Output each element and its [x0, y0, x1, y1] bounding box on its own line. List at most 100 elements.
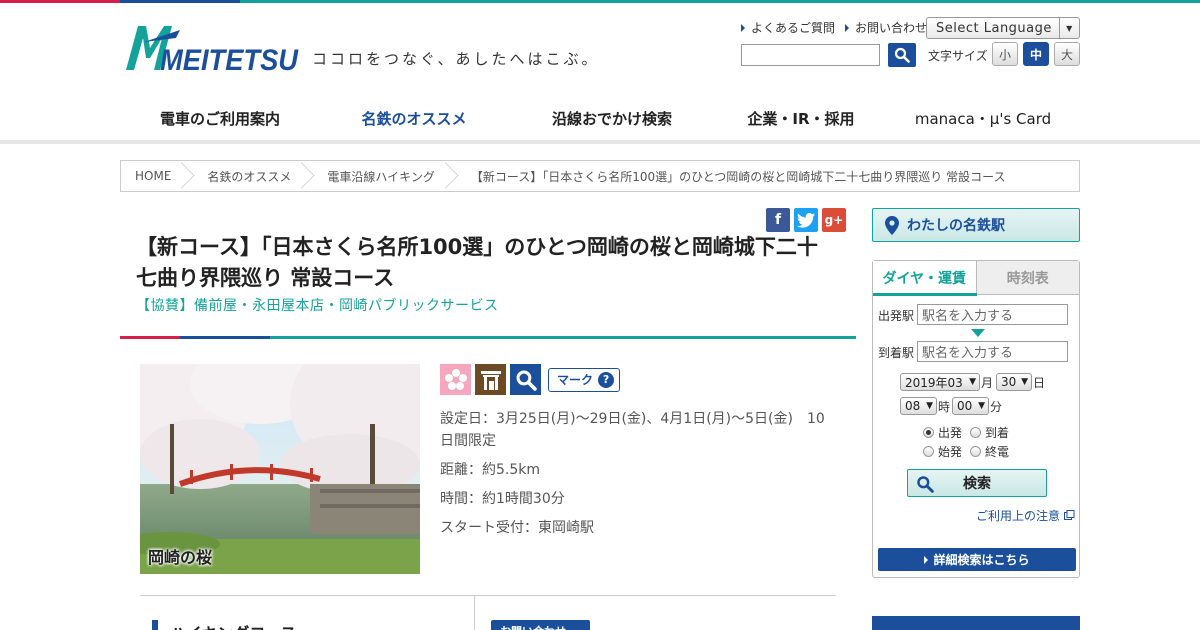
gnav-divider	[0, 140, 1200, 144]
usage-notice-link[interactable]: ご利用上の注意	[976, 507, 1075, 524]
radio-last-label: 終電	[985, 445, 1010, 459]
dropdown-arrow-icon: ▼	[969, 377, 976, 387]
minute-select[interactable]: 00 ▼	[952, 397, 989, 415]
heading-marker	[152, 620, 158, 630]
minute-unit: 分	[990, 400, 1003, 414]
course-mark-icons: マーク ?	[440, 364, 621, 395]
gnav-item-manaca[interactable]: manaca・μ's Card	[886, 92, 1080, 144]
twitter-icon[interactable]	[794, 208, 818, 232]
photo-caption: 岡崎の桜	[148, 548, 213, 567]
usage-notice-label: ご利用上の注意	[975, 509, 1060, 523]
course-photo: 岡崎の桜	[140, 364, 420, 574]
language-select-label: Select Language	[936, 20, 1052, 36]
breadcrumb-current: 【新コース】「日本さくら名所100選」のひとつ岡崎の桜と岡崎城下二十七曲り界隈巡…	[470, 169, 1006, 184]
breadcrumb: HOME 名鉄のオススメ 電車沿線ハイキング 【新コース】「日本さくら名所100…	[120, 160, 1080, 192]
my-station-button[interactable]: わたしの名鉄駅	[872, 208, 1080, 242]
search-icon	[894, 47, 910, 63]
from-station-label: 出発駅	[878, 309, 915, 323]
radio-last-train[interactable]: 終電	[970, 443, 1009, 460]
dropdown-arrow-icon: ▼	[1059, 18, 1079, 38]
to-station-placeholder: 駅名を入力する	[922, 346, 1014, 361]
info-dates: 設定日：3月25日(月)～29日(金)、4月1日(月)～5日(金) 10日間限定	[440, 411, 825, 449]
font-size-small-button[interactable]: 小	[992, 42, 1018, 66]
google-plus-glyph: g+	[824, 213, 844, 227]
breadcrumb-home[interactable]: HOME	[121, 161, 187, 191]
detail-search-button[interactable]: 詳細検索はこちら	[878, 548, 1076, 571]
breadcrumb-hiking[interactable]: 電車沿線ハイキング	[307, 161, 450, 191]
title-divider	[120, 336, 856, 339]
facebook-icon[interactable]: f	[766, 208, 790, 232]
arrow-right-icon	[741, 23, 745, 32]
info-distance: 距離：約5.5km	[440, 462, 541, 478]
dropdown-arrow-icon: ▼	[1021, 377, 1028, 387]
google-plus-icon[interactable]: g+	[822, 208, 846, 232]
hour-value: 08	[905, 399, 921, 413]
hour-select[interactable]: 08 ▼	[900, 397, 937, 415]
gnav-item-outing-search[interactable]: 沿線おでかけ検索	[508, 92, 716, 144]
top-color-bar	[0, 0, 1200, 3]
logo-wordmark: MEITETSU	[160, 44, 299, 74]
font-size-medium-button[interactable]: 中	[1023, 42, 1049, 66]
month-unit: 月	[981, 376, 994, 390]
search-icon	[917, 476, 934, 493]
radio-circle-checked	[923, 427, 934, 438]
hiking-course-heading: ハイキングコース	[170, 620, 296, 630]
lower-vertical-divider	[474, 596, 475, 630]
cherry-blossom-photo	[140, 364, 420, 574]
year-month-select[interactable]: 2019年03 ▼	[900, 373, 980, 391]
info-duration: 時間：約1時間30分	[440, 491, 565, 507]
castle-gate-icon	[475, 364, 506, 395]
mark-legend-label: マーク	[557, 373, 594, 387]
swap-down-arrow-icon	[971, 329, 985, 337]
contact-link[interactable]: お問い合わせ	[845, 19, 927, 36]
global-nav: 電車のご利用案内 名鉄のオススメ 沿線おでかけ検索 企業・IR・採用 manac…	[120, 92, 1080, 144]
page-title: 【新コース】「日本さくら名所100選」のひとつ岡崎の桜と岡崎城下二十七曲り界隈巡…	[136, 235, 818, 290]
day-unit: 日	[1033, 376, 1046, 390]
twitter-bird-icon	[797, 212, 815, 228]
gnav-item-corporate[interactable]: 企業・IR・採用	[716, 92, 886, 144]
mark-legend-button[interactable]: マーク ?	[548, 367, 621, 392]
radio-circle	[970, 446, 981, 457]
minute-value: 00	[957, 399, 973, 413]
hour-unit: 時	[938, 400, 951, 414]
contact-button[interactable]: お問い合わせ	[491, 620, 590, 630]
map-pin-icon	[885, 216, 899, 235]
lower-divider	[140, 595, 836, 596]
from-station-input[interactable]: 駅名を入力する	[917, 304, 1068, 325]
to-station-input[interactable]: 駅名を入力する	[917, 341, 1068, 362]
gnav-item-train-guide[interactable]: 電車のご利用案内	[120, 92, 320, 144]
meitetsu-logo[interactable]: MEITETSU	[124, 22, 300, 74]
cherry-blossom-icon	[440, 364, 471, 395]
year-month-value: 2019年03	[905, 375, 963, 390]
magnifier-icon	[510, 364, 541, 395]
facebook-glyph: f	[774, 212, 782, 228]
dropdown-arrow-icon: ▼	[978, 401, 985, 411]
radio-arrive-label: 到着	[985, 426, 1010, 440]
tab-timetable[interactable]: 時刻表	[975, 261, 1079, 294]
route-search-button[interactable]: 検索	[907, 469, 1047, 497]
arrow-right-icon	[845, 23, 850, 32]
font-size-large-button[interactable]: 大	[1054, 42, 1080, 66]
radio-arrive[interactable]: 到着	[970, 424, 1009, 441]
site-search-input[interactable]	[741, 44, 880, 66]
radio-circle	[923, 446, 934, 457]
tagline: ココロをつなぐ、あしたへはこぶ。	[312, 50, 600, 68]
radio-circle	[970, 427, 981, 438]
radio-first-train[interactable]: 始発	[923, 443, 962, 460]
day-select[interactable]: 30 ▼	[996, 373, 1032, 391]
language-select[interactable]: Select Language ▼	[926, 17, 1080, 39]
faq-link[interactable]: よくあるご質問	[741, 19, 835, 36]
gnav-item-recommend[interactable]: 名鉄のオススメ	[320, 92, 508, 144]
to-station-label: 到着駅	[878, 346, 915, 360]
radio-depart[interactable]: 出発	[923, 424, 962, 441]
dropdown-arrow-icon: ▼	[926, 401, 933, 411]
arrow-right-icon	[924, 555, 929, 564]
utility-links: よくあるご質問 お問い合わせ	[741, 19, 927, 36]
sponsor-text: 【協賛】備前屋・永田屋本店・岡崎パブリックサービス	[136, 298, 499, 314]
sidebar-next-block	[872, 616, 1080, 630]
tab-fare[interactable]: ダイヤ・運賃	[873, 261, 976, 294]
breadcrumb-recommend[interactable]: 名鉄のオススメ	[187, 161, 307, 191]
course-info: 設定日：3月25日(月)～29日(金)、4月1日(月)～5日(金) 10日間限定…	[440, 408, 836, 546]
from-station-placeholder: 駅名を入力する	[922, 309, 1014, 324]
site-search-button[interactable]	[888, 43, 916, 67]
